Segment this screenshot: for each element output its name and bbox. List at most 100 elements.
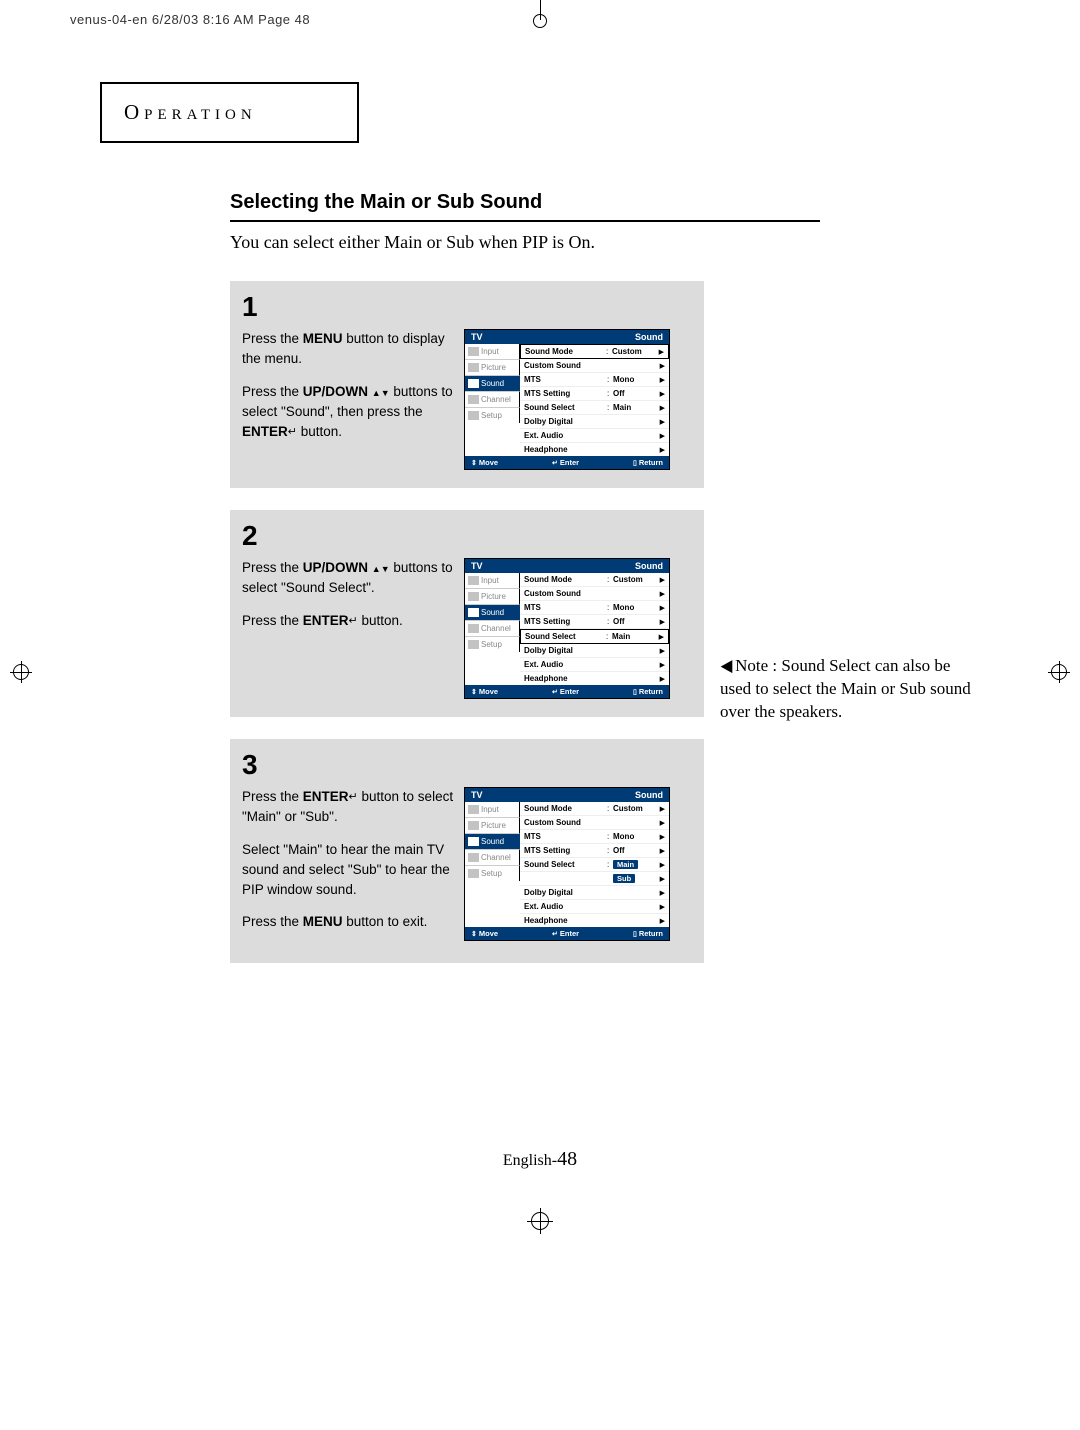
- chevron-right-icon: ▶: [657, 805, 665, 813]
- chevron-right-icon: ▶: [657, 889, 665, 897]
- nav-icon: [468, 821, 479, 830]
- osd-title-left: TV: [471, 790, 483, 800]
- heading: Selecting the Main or Sub Sound: [230, 191, 820, 222]
- text: Press the: [242, 789, 303, 804]
- osd-row: Custom Sound▶: [520, 587, 669, 601]
- text: Press the: [242, 914, 303, 929]
- page-footer: English-48: [503, 1148, 577, 1171]
- step-text: Press the UP/DOWN buttons to select "Sou…: [242, 558, 464, 643]
- text: Press the: [242, 384, 303, 399]
- nav-icon: [468, 608, 479, 617]
- text: button.: [297, 424, 342, 439]
- osd-row: Ext. Audio▶: [520, 900, 669, 914]
- osd-row-label: Sound Select: [524, 403, 607, 412]
- chevron-right-icon: ▶: [657, 647, 665, 655]
- enter-icon: ↵: [552, 930, 558, 938]
- osd-option: Main: [613, 860, 638, 869]
- triangle-up-icon: [372, 384, 381, 399]
- bold-text: ENTER: [303, 789, 349, 804]
- chevron-right-icon: ▶: [657, 675, 665, 683]
- enter-icon: ↵: [349, 613, 358, 630]
- chevron-right-icon: ▶: [657, 618, 665, 626]
- osd-title-left: TV: [471, 561, 483, 571]
- nav-icon: [468, 411, 479, 420]
- move-icon: ⇕: [471, 930, 477, 938]
- nav-label: Channel: [481, 395, 511, 404]
- nav-icon: [468, 379, 479, 388]
- osd-nav-item: Setup: [465, 866, 520, 881]
- nav-label: Sound: [481, 379, 504, 388]
- nav-icon: [468, 853, 479, 862]
- bold-text: UP/DOWN: [303, 560, 368, 575]
- chevron-right-icon: ▶: [657, 833, 665, 841]
- osd-row: Sound Mode:Custom▶: [520, 802, 669, 816]
- nav-label: Setup: [481, 640, 502, 649]
- osd-row: Sound Mode:Custom▶: [520, 573, 669, 587]
- content-area: Selecting the Main or Sub Sound You can …: [230, 191, 980, 963]
- osd-row-label: Sound Mode: [525, 347, 606, 356]
- osd-row-label: Sound Mode: [524, 804, 607, 813]
- osd-nav-item: Channel: [465, 392, 520, 408]
- chevron-right-icon: ▶: [657, 576, 665, 584]
- nav-label: Input: [481, 347, 499, 356]
- osd-row: Sound Select:Main▶: [520, 858, 669, 872]
- nav-icon: [468, 395, 479, 404]
- osd-row-value: Off: [613, 846, 657, 855]
- osd-row-label: MTS: [524, 375, 607, 384]
- osd-row: Sound Mode:Custom▶: [520, 344, 669, 359]
- osd-footer: ⇕Move↵Enter▯Return: [465, 456, 669, 469]
- osd-row-label: MTS Setting: [524, 846, 607, 855]
- osd-row-label: MTS: [524, 603, 607, 612]
- osd-footer: ⇕Move↵Enter▯Return: [465, 685, 669, 698]
- osd-row: Dolby Digital ▶: [520, 886, 669, 900]
- chevron-right-icon: ▶: [657, 376, 665, 384]
- osd-row-value: Main: [612, 632, 656, 641]
- osd-row-value: Custom: [613, 804, 657, 813]
- osd-nav-item: Channel: [465, 621, 520, 637]
- osd-row-value: Main: [613, 403, 657, 412]
- step-text: Press the ENTER↵ button to select "Main"…: [242, 787, 464, 945]
- osd-nav-item: Input: [465, 573, 520, 589]
- osd-row-label: Headphone: [524, 445, 607, 454]
- nav-icon: [468, 576, 479, 585]
- bold-text: ENTER: [303, 613, 349, 628]
- text: Press the: [242, 331, 303, 346]
- osd-nav: InputPictureSoundChannelSetup: [465, 802, 520, 927]
- enter-icon: ↵: [552, 688, 558, 696]
- osd-row-label: Custom Sound: [524, 818, 607, 827]
- osd-row-label: Headphone: [524, 916, 607, 925]
- osd-row-label: Ext. Audio: [524, 660, 607, 669]
- nav-icon: [468, 869, 479, 878]
- osd-row-label: Dolby Digital: [524, 888, 607, 897]
- nav-label: Setup: [481, 869, 502, 878]
- bold-text: ENTER: [242, 424, 288, 439]
- crop-mark-bottom: [527, 1208, 553, 1234]
- osd-row-label: MTS Setting: [524, 389, 607, 398]
- osd-row-value: Custom: [613, 575, 657, 584]
- nav-icon: [468, 624, 479, 633]
- chevron-right-icon: ▶: [657, 819, 665, 827]
- osd-row: Dolby Digital▶: [520, 644, 669, 658]
- footer-enter: Enter: [560, 687, 579, 696]
- osd-title-bar: TVSound: [465, 788, 669, 802]
- section-title-box: Operation: [100, 82, 359, 143]
- tv-osd-menu: TVSoundInputPictureSoundChannelSetupSoun…: [464, 329, 670, 470]
- text: button to exit.: [343, 914, 428, 929]
- text: Select "Main" to hear the main TV sound …: [242, 842, 450, 898]
- nav-icon: [468, 592, 479, 601]
- step-number: 1: [242, 291, 692, 323]
- chevron-right-icon: ▶: [657, 661, 665, 669]
- osd-row-label: Sound Select: [524, 860, 607, 869]
- osd-nav-item: Picture: [465, 589, 520, 605]
- osd-row-label: Ext. Audio: [524, 902, 607, 911]
- triangle-down-icon: [381, 560, 390, 575]
- crop-mark-right: [1048, 661, 1070, 683]
- chevron-right-icon: ▶: [657, 847, 665, 855]
- osd-row-value: Mono: [613, 603, 657, 612]
- page-prefix: English-: [503, 1152, 557, 1169]
- step-number: 2: [242, 520, 692, 552]
- page-number: 48: [557, 1148, 577, 1170]
- osd-row-label: Custom Sound: [524, 361, 607, 370]
- nav-label: Input: [481, 576, 499, 585]
- nav-label: Channel: [481, 853, 511, 862]
